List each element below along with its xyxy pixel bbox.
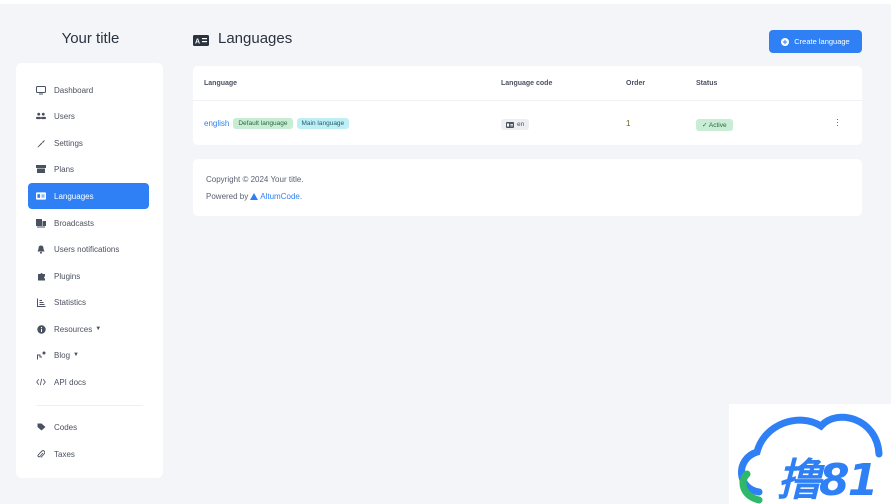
box-icon xyxy=(36,164,46,174)
column-header-language: Language xyxy=(204,80,238,87)
create-language-button[interactable]: Create language xyxy=(769,30,862,53)
column-header-order: Order xyxy=(626,80,646,87)
table-row: english Default language Main language xyxy=(204,118,350,129)
altumcode-logo-icon xyxy=(250,193,259,200)
sidebar-item-taxes[interactable]: Taxes xyxy=(28,441,149,467)
page-title-text: Languages xyxy=(218,30,293,47)
languages-table: Language Language code Order Status engl… xyxy=(193,66,862,145)
sidebar-item-plugins[interactable]: Plugins xyxy=(28,263,149,289)
language-code-value: en xyxy=(517,121,525,128)
sidebar-divider xyxy=(36,405,143,406)
sidebar-item-label: Blog xyxy=(54,350,71,360)
chevron-down-icon: ▼ xyxy=(73,352,79,358)
wrench-icon xyxy=(36,138,46,148)
sidebar-item-label: Settings xyxy=(54,138,83,148)
sidebar-item-users[interactable]: Users xyxy=(28,103,149,129)
sidebar-item-dashboard[interactable]: Dashboard xyxy=(28,77,149,103)
monitor-icon xyxy=(36,85,46,95)
language-icon: A xyxy=(193,33,210,46)
sidebar-item-label: API docs xyxy=(54,377,87,387)
column-header-language-code: Language code xyxy=(501,80,553,87)
check-icon: ✓ xyxy=(702,122,709,129)
info-icon xyxy=(36,324,46,334)
paperclip-icon xyxy=(36,449,46,459)
watermark-text: 撸81 xyxy=(777,455,878,504)
status-badge: ✓ Active xyxy=(696,119,733,131)
sidebar-item-resources[interactable]: Resources ▼ xyxy=(28,316,149,342)
sidebar-item-label: Taxes xyxy=(54,449,75,459)
copyright-text: Copyright © 2024 Your title. xyxy=(206,175,304,184)
language-icon xyxy=(36,191,46,201)
status-text: Active xyxy=(708,122,727,129)
sidebar-item-label: Plans xyxy=(54,164,75,174)
language-name-link[interactable]: english xyxy=(204,119,229,128)
sidebar-item-codes[interactable]: Codes xyxy=(28,414,149,440)
brand-title[interactable]: Your title xyxy=(16,30,165,47)
main-language-badge: Main language xyxy=(296,118,350,129)
sidebar-item-statistics[interactable]: Statistics xyxy=(28,289,149,315)
plus-circle-icon xyxy=(781,37,790,46)
language-code-badge: en xyxy=(501,119,530,130)
users-icon xyxy=(36,111,46,121)
sidebar-item-blog[interactable]: Blog ▼ xyxy=(28,342,149,368)
sidebar-item-label: Users notifications xyxy=(54,244,120,254)
default-language-badge: Default language xyxy=(233,118,293,129)
code-icon xyxy=(36,377,46,387)
broadcast-icon xyxy=(36,218,46,228)
sidebar-item-label: Plugins xyxy=(54,271,81,281)
sidebar-item-label: Statistics xyxy=(54,297,87,307)
tag-icon xyxy=(36,422,46,432)
powered-by-text: Powered by AltumCode. xyxy=(206,192,302,201)
sidebar-item-label: Dashboard xyxy=(54,85,94,95)
sidebar-item-api-docs[interactable]: API docs xyxy=(28,369,149,395)
sidebar-item-label: Resources xyxy=(54,324,93,334)
altumcode-link[interactable]: AltumCode xyxy=(260,192,300,201)
powered-by-prefix: Powered by xyxy=(206,192,249,201)
sidebar-item-label: Users xyxy=(54,111,75,121)
row-actions-menu-icon[interactable]: · · · xyxy=(836,115,839,130)
language-icon xyxy=(506,121,514,128)
watermark-logo: 撸81 xyxy=(729,404,891,504)
order-value: 1 xyxy=(626,119,631,128)
svg-text:A: A xyxy=(195,39,200,46)
sidebar-item-label: Codes xyxy=(54,422,78,432)
sidebar-item-label: Broadcasts xyxy=(54,218,95,228)
powered-by-suffix: . xyxy=(299,192,303,201)
page-title: A Languages xyxy=(193,30,292,47)
top-strip xyxy=(0,0,891,4)
sidebar-item-settings[interactable]: Settings xyxy=(28,130,149,156)
chevron-down-icon: ▼ xyxy=(95,326,102,332)
chart-icon xyxy=(36,297,46,307)
footer: Copyright © 2024 Your title. Powered by … xyxy=(193,159,862,216)
bell-icon xyxy=(36,244,46,254)
sidebar: Dashboard Users Settings Plans Languages… xyxy=(16,63,163,478)
table-header-divider xyxy=(193,100,862,101)
sidebar-item-users-notifications[interactable]: Users notifications xyxy=(28,236,149,262)
puzzle-icon xyxy=(36,271,46,281)
sidebar-item-label: Languages xyxy=(54,191,94,201)
column-header-status: Status xyxy=(696,80,718,87)
create-language-label: Create language xyxy=(794,37,850,46)
sidebar-item-plans[interactable]: Plans xyxy=(28,156,149,182)
sidebar-item-broadcasts[interactable]: Broadcasts xyxy=(28,210,149,236)
sidebar-item-languages[interactable]: Languages xyxy=(28,183,149,209)
blog-icon xyxy=(36,350,46,360)
